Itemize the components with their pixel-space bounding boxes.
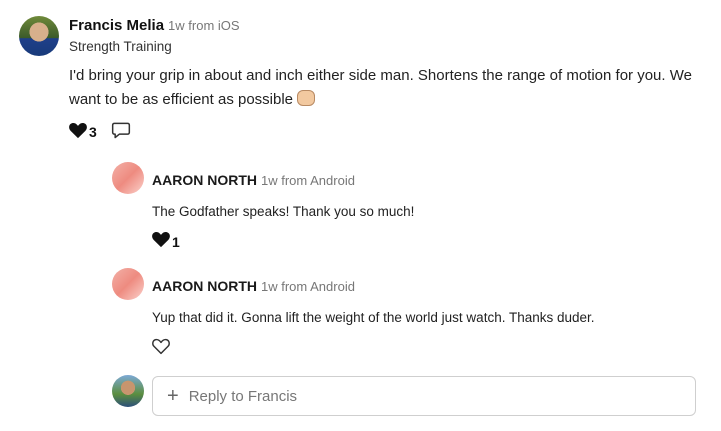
reply-meta: 1w from Android: [261, 173, 355, 188]
like-heart-outline-icon[interactable]: [151, 337, 171, 360]
reply-avatar[interactable]: [112, 268, 144, 300]
post-author-name[interactable]: Francis Melia: [69, 17, 164, 34]
post-author-line: Francis Melia 1w from iOS: [69, 17, 240, 34]
reply-like: [151, 337, 171, 360]
author-avatar[interactable]: [19, 16, 59, 56]
reply-input[interactable]: + Reply to Francis: [152, 376, 696, 416]
post-actions: 3: [68, 122, 131, 142]
like-heart-icon[interactable]: [68, 121, 88, 144]
reply-text: Yup that did it. Gonna lift the weight o…: [152, 310, 595, 325]
post-body: I'd bring your grip in about and inch ei…: [69, 64, 709, 112]
post-community[interactable]: Strength Training: [69, 39, 172, 54]
reply-like-count: 1: [172, 233, 180, 250]
like-heart-icon[interactable]: [151, 230, 171, 253]
post-meta: 1w from iOS: [168, 18, 240, 33]
reply-author-name[interactable]: AARON NORTH: [152, 172, 257, 188]
reply-avatar[interactable]: [112, 162, 144, 194]
current-user-avatar: [112, 375, 144, 407]
fist-bump-icon: [297, 90, 316, 106]
reply-placeholder: Reply to Francis: [188, 387, 298, 405]
like-count: 3: [89, 124, 97, 140]
reply-text: The Godfather speaks! Thank you so much!: [152, 204, 415, 219]
reply-like: 1: [151, 230, 180, 253]
reply-author-name[interactable]: AARON NORTH: [152, 278, 257, 294]
post-body-text: I'd bring your grip in about and inch ei…: [69, 67, 692, 108]
reply-author-line: AARON NORTH 1w from Android: [152, 278, 355, 294]
plus-icon[interactable]: +: [167, 386, 179, 406]
reply-meta: 1w from Android: [261, 279, 355, 294]
reply-author-line: AARON NORTH 1w from Android: [152, 172, 355, 188]
comment-icon[interactable]: [111, 120, 131, 145]
